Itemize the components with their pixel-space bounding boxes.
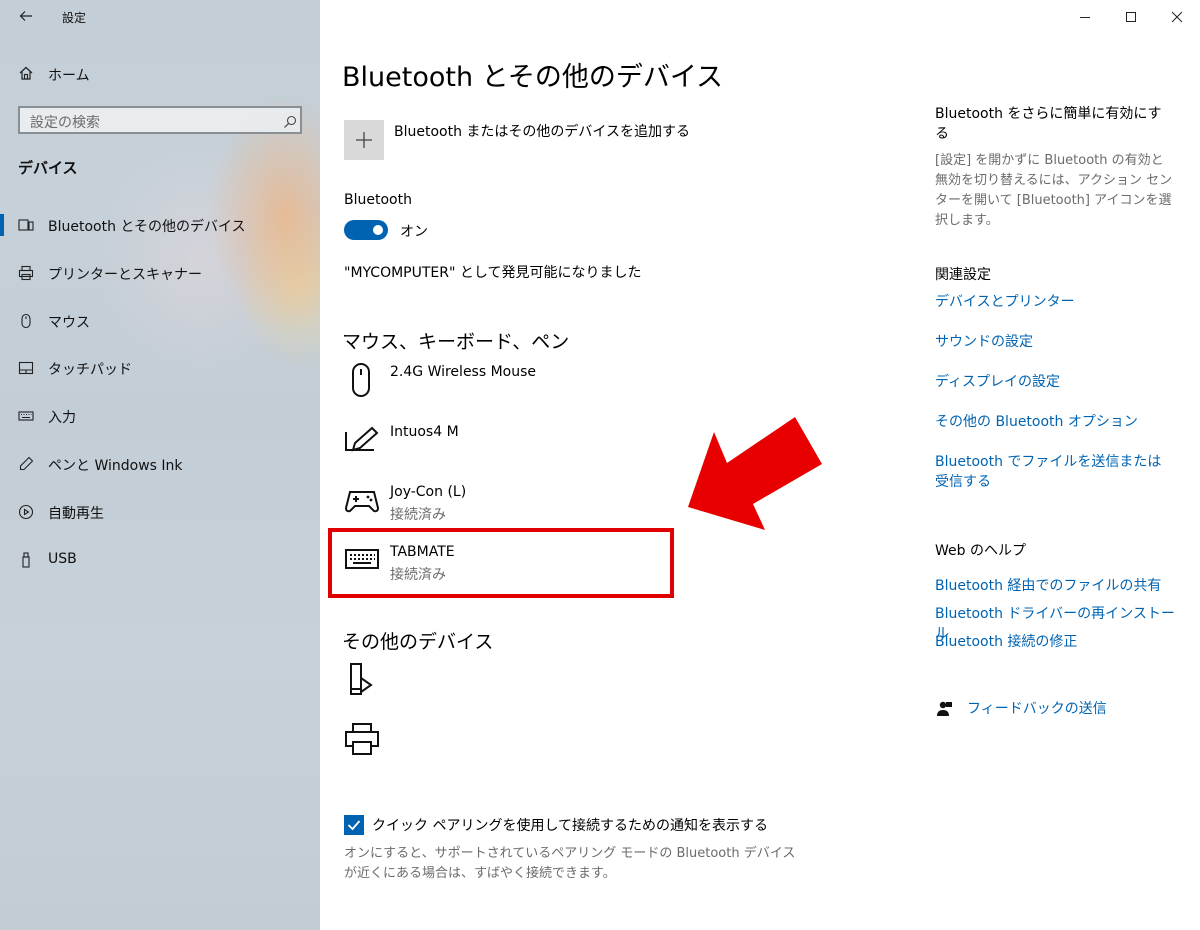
page-title: Bluetooth とその他のデバイス: [342, 62, 724, 93]
sidebar-item-label: タッチパッド: [48, 362, 132, 378]
link-bluetooth-options[interactable]: その他の Bluetooth オプション: [935, 412, 1175, 432]
sidebar-item-mouse[interactable]: マウス: [0, 301, 320, 341]
feedback-icon[interactable]: [935, 700, 955, 720]
sidebar-item-autoplay[interactable]: 自動再生: [0, 492, 320, 532]
minimize-button[interactable]: [1062, 0, 1108, 32]
section-title: デバイス: [18, 159, 78, 177]
link-bluetooth-file-transfer[interactable]: Bluetooth でファイルを送信または受信する: [935, 452, 1175, 492]
sidebar-item-label: 入力: [48, 410, 76, 426]
quick-pair-checkbox[interactable]: [344, 815, 364, 835]
web-help: Web のヘルプ: [935, 540, 1175, 560]
link-display-settings[interactable]: ディスプレイの設定: [935, 372, 1175, 392]
sidebar-item-label: プリンターとスキャナー: [48, 267, 202, 283]
sidebar-item-bluetooth[interactable]: Bluetooth とその他のデバイス: [0, 205, 320, 245]
sidebar-item-input[interactable]: 入力: [0, 396, 320, 436]
printer-icon: [18, 265, 34, 281]
device-name: Intuos4 M: [390, 424, 459, 440]
link-devices-printers[interactable]: デバイスとプリンター: [935, 292, 1175, 312]
maximize-button[interactable]: [1108, 0, 1154, 32]
sidebar-item-touchpad[interactable]: タッチパッド: [0, 348, 320, 388]
sidebar-item-label: Bluetooth とその他のデバイス: [48, 219, 246, 235]
sidebar-item-label: USB: [48, 551, 77, 567]
tip-title: Bluetooth をさらに簡単に有効にする: [935, 106, 1162, 142]
mouse-icon: [18, 313, 34, 329]
help-title: Web のヘルプ: [935, 543, 1026, 559]
checkmark-icon: [347, 820, 361, 831]
gamepad-icon: [344, 482, 380, 518]
usb-icon: [18, 552, 34, 568]
plus-icon: [356, 132, 372, 148]
sidebar-item-label: マウス: [48, 315, 90, 331]
bluetooth-devices-icon: [18, 217, 34, 233]
touchpad-icon: [18, 360, 34, 376]
device-item[interactable]: 2.4G Wireless Mouse: [340, 362, 660, 418]
mouse-icon: [344, 362, 380, 398]
link-connection-fix[interactable]: Bluetooth 接続の修正: [935, 632, 1175, 652]
bluetooth-toggle[interactable]: [344, 220, 388, 240]
link-file-sharing[interactable]: Bluetooth 経由でのファイルの共有: [935, 576, 1175, 596]
red-arrow-icon: [680, 412, 830, 542]
tip-section: Bluetooth をさらに簡単に有効にする [設定] を開かずに Blueto…: [935, 103, 1175, 231]
group-other-devices: その他のデバイス: [342, 631, 494, 653]
pen-icon: [18, 456, 34, 472]
keyboard-icon: [18, 408, 34, 424]
device-name: 2.4G Wireless Mouse: [390, 364, 537, 380]
highlight-box: [328, 528, 674, 598]
search-input[interactable]: 設定の検索: [18, 106, 302, 134]
autoplay-icon: [18, 504, 34, 520]
maximize-icon: [1126, 12, 1136, 22]
pen-tablet-icon: [344, 422, 380, 458]
media-device-icon[interactable]: [344, 662, 380, 698]
quick-pair-label[interactable]: クイック ペアリングを使用して接続するための通知を表示する: [372, 815, 768, 835]
back-arrow-icon[interactable]: [18, 8, 34, 24]
related-title: 関連設定: [935, 267, 991, 283]
close-icon: [1171, 11, 1183, 23]
search-icon[interactable]: [283, 114, 297, 128]
window-title: 設定: [62, 11, 87, 25]
quick-pair-hint: オンにすると、サポートされているペアリング モードの Bluetooth デバイ…: [344, 846, 796, 881]
search-placeholder: 設定の検索: [30, 115, 100, 131]
add-device-button[interactable]: [344, 120, 384, 160]
device-item[interactable]: Intuos4 M: [340, 422, 660, 478]
sidebar-item-label: 自動再生: [48, 506, 104, 522]
bluetooth-label: Bluetooth: [344, 192, 412, 208]
home-link[interactable]: ホーム: [48, 65, 90, 85]
add-device-label[interactable]: Bluetooth またはその他のデバイスを追加する: [394, 121, 690, 141]
related-settings: 関連設定: [935, 264, 1175, 284]
link-sound-settings[interactable]: サウンドの設定: [935, 332, 1175, 352]
discoverable-status: "MYCOMPUTER" として発見可能になりました: [344, 265, 642, 281]
tip-text: [設定] を開かずに Bluetooth の有効と無効を切り替えるには、アクショ…: [935, 153, 1173, 228]
printer-icon[interactable]: [344, 722, 380, 758]
sidebar: 設定 ホーム 設定の検索 デバイス Bluetooth とその他のデバイス プリ…: [0, 0, 320, 930]
feedback-link[interactable]: フィードバックの送信: [967, 699, 1200, 719]
device-status: 接続済み: [390, 507, 446, 523]
sidebar-item-printers[interactable]: プリンターとスキャナー: [0, 253, 320, 293]
minimize-icon: [1080, 17, 1090, 18]
close-button[interactable]: [1154, 0, 1200, 32]
group-mouse-keyboard-pen: マウス、キーボード、ペン: [342, 331, 570, 353]
home-icon: [18, 65, 34, 81]
sidebar-item-label: ペンと Windows Ink: [48, 458, 183, 474]
toggle-knob: [373, 225, 383, 235]
sidebar-item-usb[interactable]: USB: [0, 540, 320, 580]
sidebar-item-pen[interactable]: ペンと Windows Ink: [0, 444, 320, 484]
bluetooth-state: オン: [400, 224, 428, 240]
device-name: Joy-Con (L): [390, 484, 467, 500]
